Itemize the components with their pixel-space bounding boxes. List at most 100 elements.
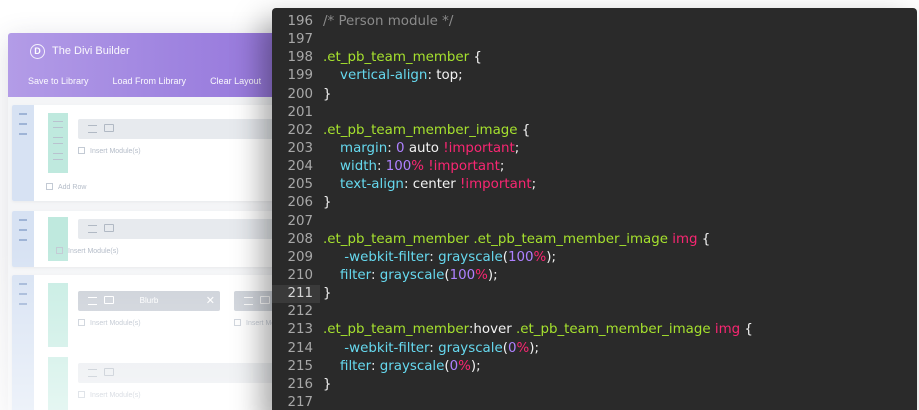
line-number: 212 [287, 304, 313, 320]
code-token-plain: : [429, 249, 439, 265]
line-number: 201 [287, 104, 313, 120]
row-drag-handle[interactable] [48, 113, 68, 173]
line-number: 205 [287, 177, 313, 193]
line-number: 215 [287, 358, 313, 374]
code-editor[interactable]: 196 /* Person module */ 197 198 .et_pb_team_… [272, 8, 917, 410]
line-number: 198 [287, 50, 313, 66]
code-token-plain: : [429, 340, 439, 356]
code-line[interactable]: 207 [272, 213, 917, 231]
code-text: filter: grayscale(100%); [323, 267, 498, 285]
insert-module-link[interactable]: Insert Module(s) [56, 247, 119, 255]
code-token-plain: : top; [427, 68, 463, 84]
code-text: text-align: center !important; [323, 176, 536, 194]
builder-section-1: Insert Module(s) Add Row [12, 105, 308, 201]
builder-header: D The Divi Builder Save to Library Load … [8, 33, 308, 97]
code-line[interactable]: 212 [272, 303, 917, 321]
code-line[interactable]: 203 margin: 0 auto !important; [272, 140, 917, 158]
row-drag-handle[interactable] [48, 357, 68, 410]
code-token-plain: : [370, 358, 380, 374]
insert-module-link[interactable]: Insert Module(s) [78, 319, 141, 327]
code-token-plain: ); [546, 249, 556, 265]
insert-module-link[interactable]: Insert Module(s) [78, 391, 141, 399]
plus-icon [234, 319, 241, 326]
code-line[interactable]: 199 vertical-align: top; [272, 67, 917, 85]
code-token-imp: % [411, 159, 425, 175]
code-token-plain: } [323, 376, 332, 392]
code-token-plain: : [370, 267, 380, 283]
line-number: 217 [287, 394, 313, 410]
line-number: 207 [287, 213, 313, 229]
code-token-num: 100 [449, 267, 476, 283]
code-token-prop: text-align [340, 177, 404, 193]
code-token-imp: % [516, 340, 530, 356]
code-token-prop: filter [340, 267, 371, 283]
code-token-imp: % [475, 267, 488, 283]
code-line[interactable]: 201 [272, 104, 917, 122]
code-token-prop: -webkit-filter [344, 249, 430, 265]
code-token-prop: vertical-align [340, 68, 428, 84]
code-text: width: 100% !important; [323, 158, 504, 176]
code-line[interactable]: 214 -webkit-filter: grayscale(0%); [272, 340, 917, 358]
code-line[interactable]: 216} [272, 376, 917, 394]
code-line[interactable]: 200} [272, 86, 917, 104]
code-line[interactable]: 206} [272, 194, 917, 212]
line-number: 196 [287, 14, 313, 29]
code-token-plain: } [323, 86, 332, 102]
code-token-plain: : [376, 159, 386, 175]
code-line[interactable]: 211} [272, 285, 917, 304]
code-token-prop: grayscale [379, 267, 445, 283]
code-token-selector: .et_pb_team_member [323, 322, 469, 338]
code-token-prop: filter [340, 358, 371, 374]
line-number: 210 [287, 267, 313, 283]
clear-layout-button[interactable]: Clear Layout [210, 76, 261, 86]
code-token-prop: margin [340, 140, 388, 156]
menu-icon [244, 297, 253, 305]
code-line[interactable]: 213 .et_pb_team_member:hover .et_pb_team_… [272, 321, 917, 339]
code-line[interactable]: 204 width: 100% !important; [272, 158, 917, 176]
code-token-imp: !important [443, 140, 515, 156]
code-token-num: 100 [385, 159, 412, 175]
module-icon [104, 224, 114, 232]
plus-icon [78, 319, 85, 326]
load-from-library-button[interactable]: Load From Library [113, 76, 187, 86]
code-line[interactable]: 208 .et_pb_team_member .et_pb_team_member… [272, 231, 917, 249]
code-text: } [323, 86, 332, 104]
code-line[interactable]: 202 .et_pb_team_member_image { [272, 122, 917, 140]
section-drag-handle[interactable] [12, 275, 34, 410]
line-number: 202 [287, 122, 313, 138]
blurb-module[interactable]: Blurb ✕ [78, 291, 220, 311]
save-to-library-button[interactable]: Save to Library [28, 76, 89, 86]
plus-icon [78, 147, 85, 154]
insert-module-label: Insert Module(s) [68, 248, 119, 255]
row-drag-handle[interactable] [48, 283, 68, 347]
line-number: 211 [272, 285, 320, 304]
code-line[interactable]: 205 text-align: center !important; [272, 176, 917, 194]
code-line[interactable]: 209 -webkit-filter: grayscale(100%); [272, 249, 917, 267]
code-line[interactable]: 217 [272, 394, 917, 410]
insert-module-link[interactable]: Insert Module(s) [78, 147, 141, 155]
line-number: 206 [287, 195, 313, 211]
code-line[interactable]: 210 filter: grayscale(100%); [272, 267, 917, 285]
code-token-selector: .et_pb_team_member .et_pb_team_member_im… [323, 231, 668, 247]
line-number: 204 [287, 159, 313, 175]
add-row-label: Add Row [58, 184, 87, 191]
section-drag-handle[interactable] [12, 105, 34, 201]
code-line[interactable]: 215 filter: grayscale(0%); [272, 358, 917, 376]
code-text: -webkit-filter: grayscale(0%); [323, 340, 539, 358]
add-row-link[interactable]: Add Row [46, 183, 86, 191]
code-line[interactable]: 197 [272, 31, 917, 49]
code-line[interactable]: 198 .et_pb_team_member { [272, 49, 917, 67]
line-number: 209 [287, 249, 313, 265]
section-drag-handle[interactable] [12, 211, 34, 267]
code-line[interactable]: 196 /* Person module */ [272, 13, 917, 31]
builder-header-actions: Save to Library Load From Library Clear … [28, 76, 261, 86]
code-token-plain: ; [531, 177, 537, 193]
builder-title: The Divi Builder [52, 45, 130, 57]
code-token-plain: : center [403, 177, 461, 193]
divi-logo-icon: D [30, 44, 45, 59]
close-icon[interactable]: ✕ [206, 294, 215, 307]
line-number: 216 [287, 376, 313, 392]
